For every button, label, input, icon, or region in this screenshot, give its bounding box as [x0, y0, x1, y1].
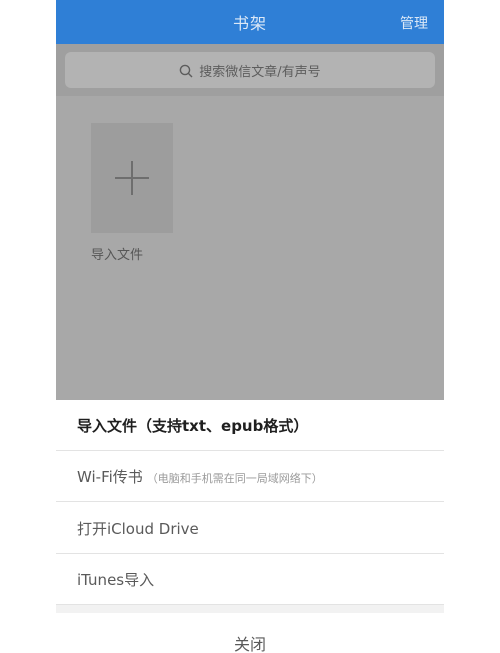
- search-placeholder: 搜索微信文章/有声号: [199, 65, 321, 80]
- search-bar: 搜索微信文章/有声号: [56, 44, 444, 96]
- manage-button[interactable]: 管理: [400, 13, 428, 33]
- action-wifi-transfer[interactable]: Wi-Fi传书 （电脑和手机需在同一局域网络下）: [56, 451, 444, 502]
- import-file-tile-label: 导入文件: [91, 248, 144, 263]
- action-itunes-import-label: iTunes导入: [77, 571, 155, 589]
- dimmed-overlay[interactable]: 搜索微信文章/有声号 导入文件: [56, 44, 444, 400]
- action-wifi-transfer-label: Wi-Fi传书: [77, 468, 143, 486]
- plus-icon: [115, 161, 149, 195]
- close-button[interactable]: 关闭: [56, 613, 444, 653]
- action-import-file[interactable]: 导入文件（支持txt、epub格式）: [56, 400, 444, 451]
- action-itunes-import[interactable]: iTunes导入: [56, 554, 444, 605]
- page-title: 书架: [232, 14, 267, 33]
- search-icon: [179, 64, 193, 78]
- search-input[interactable]: 搜索微信文章/有声号: [65, 52, 435, 88]
- import-file-tile[interactable]: [91, 123, 173, 233]
- action-sheet: 导入文件（支持txt、epub格式） Wi-Fi传书 （电脑和手机需在同一局域网络…: [56, 400, 444, 653]
- phone-screen: 书架 管理 搜索微信文章/有声号 导入文件 导入文件（支持txt、epub格式）: [56, 0, 444, 653]
- close-button-label: 关闭: [233, 635, 266, 653]
- action-open-icloud-drive[interactable]: 打开iCloud Drive: [56, 503, 444, 554]
- action-open-icloud-drive-label: 打开iCloud Drive: [77, 520, 199, 538]
- sheet-separator: [56, 605, 444, 613]
- action-import-file-label: 导入文件（支持txt、epub格式）: [77, 417, 309, 435]
- nav-bar: 书架 管理: [56, 0, 444, 44]
- action-wifi-transfer-note: （电脑和手机需在同一局域网络下）: [146, 472, 323, 485]
